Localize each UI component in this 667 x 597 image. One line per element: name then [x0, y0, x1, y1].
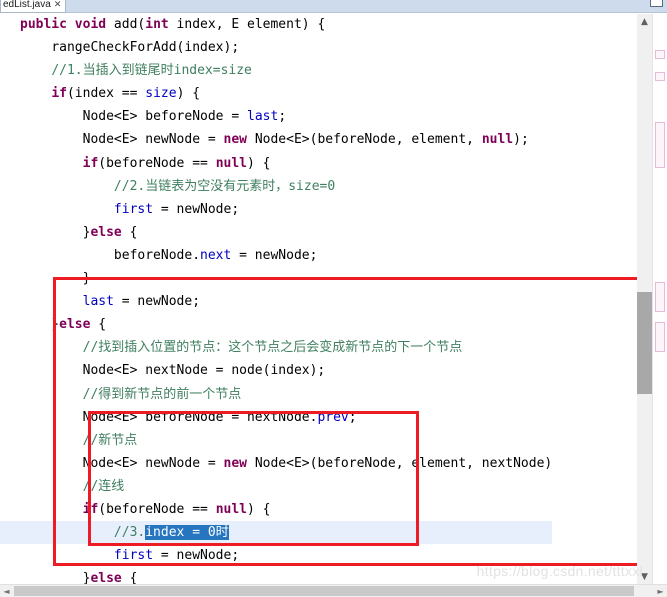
code-line-content: first = newNode; [113, 201, 240, 217]
code-line-content: //连线 [82, 478, 125, 494]
code-line-content: public void add(int index, E element) { [20, 17, 326, 32]
code-line[interactable]: Node<E> newNode = new Node<E>(beforeNode… [0, 452, 553, 475]
editor-tab-edlist-java[interactable]: edList.java ✕ [0, 0, 67, 13]
scroll-left-arrow-icon[interactable]: ◄ [0, 585, 13, 597]
code-line-content: Node<E> newNode = new Node<E>(beforeNode… [82, 455, 553, 471]
overview-ruler-mark[interactable] [655, 50, 665, 59]
code-line-content: first = newNode; [113, 548, 240, 564]
code-line-content: Node<E> newNode = new Node<E>(beforeNode… [82, 132, 529, 148]
code-line[interactable]: if(index == size) { [0, 82, 552, 105]
horizontal-scrollbar[interactable]: ◄ ► [0, 584, 667, 597]
editor-tab-bar: edList.java ✕ [0, 0, 667, 13]
code-line-content: //找到插入位置的节点：这个节点之后会变成新节点的下一个节点 [82, 340, 463, 356]
ide-window: edList.java ✕ public void add(int index,… [0, 0, 667, 597]
code-line[interactable]: Node<E> newNode = new Node<E>(beforeNode… [0, 128, 552, 151]
code-line[interactable]: if(beforeNode == null) { [0, 498, 552, 521]
code-line[interactable]: }else { [0, 567, 552, 584]
code-line[interactable]: if(beforeNode == null) { [0, 152, 552, 175]
code-line-content: Node<E> nextNode = node(index); [82, 363, 326, 379]
overview-ruler-mark[interactable] [655, 122, 665, 168]
code-line-content: }else { [82, 571, 138, 584]
code-line-content: rangeCheckForAdd(index); [51, 40, 240, 56]
vertical-scrollbar[interactable]: ▲ ▼ [637, 14, 652, 584]
overview-ruler-mark[interactable] [655, 72, 665, 81]
code-line[interactable]: Node<E> beforeNode = nextNode.prev; [0, 406, 552, 429]
close-icon[interactable]: ✕ [54, 0, 62, 9]
maximize-icon[interactable] [650, 0, 663, 7]
code-line[interactable]: rangeCheckForAdd(index); [0, 36, 552, 59]
code-line-content: Node<E> beforeNode = nextNode.prev; [82, 409, 357, 425]
code-editor[interactable]: public void add(int index, E element) { … [0, 13, 637, 584]
vertical-scrollbar-thumb[interactable] [637, 292, 652, 394]
code-line-content: }else { [82, 224, 138, 240]
code-line[interactable]: //1.当插入到链尾时index=size [0, 59, 552, 82]
code-line[interactable]: Node<E> nextNode = node(index); [0, 359, 552, 382]
code-line-content: //新节点 [82, 432, 138, 448]
overview-ruler[interactable] [652, 14, 667, 584]
code-line[interactable]: public void add(int index, E element) { [0, 13, 552, 36]
code-line-content: if(beforeNode == null) { [82, 155, 271, 171]
code-line-content: if(index == size) { [51, 86, 201, 102]
code-line-content: beforeNode.next = newNode; [113, 247, 318, 263]
code-line-content: //2.当链表为空没有元素时，size=0 [113, 178, 336, 194]
code-line[interactable]: //新节点 [0, 429, 552, 452]
code-line[interactable]: //得到新节点的前一个节点 [0, 383, 552, 406]
code-line[interactable]: first = newNode; [0, 544, 552, 567]
scroll-right-arrow-icon[interactable]: ► [654, 585, 667, 597]
code-line-content: last = newNode; [82, 294, 201, 310]
code-line[interactable]: } [0, 267, 552, 290]
code-line[interactable]: //找到插入位置的节点：这个节点之后会变成新节点的下一个节点 [0, 336, 552, 359]
editor-tab-label: edList.java [3, 0, 51, 10]
code-line-content: //1.当插入到链尾时index=size [51, 63, 252, 79]
horizontal-scrollbar-thumb[interactable] [14, 586, 634, 596]
code-line-content: //得到新节点的前一个节点 [82, 386, 242, 402]
code-line-content: } [82, 271, 91, 287]
code-line[interactable]: Node<E> beforeNode = last; [0, 105, 552, 128]
code-line[interactable]: first = newNode; [0, 198, 552, 221]
code-line[interactable]: //连线 [0, 475, 552, 498]
code-text[interactable]: public void add(int index, E element) { … [0, 13, 553, 584]
overview-ruler-mark[interactable] [655, 322, 665, 352]
overview-ruler-mark[interactable] [655, 282, 665, 312]
code-line[interactable]: beforeNode.next = newNode; [0, 244, 552, 267]
code-line[interactable]: //3.index = 0时 [0, 521, 553, 545]
scroll-up-arrow-icon[interactable]: ▲ [637, 14, 652, 29]
scroll-down-arrow-icon[interactable]: ▼ [637, 569, 652, 584]
code-line-content: //3.index = 0时 [113, 525, 229, 541]
code-line-content: Node<E> beforeNode = last; [82, 109, 287, 125]
code-line[interactable]: last = newNode; [0, 290, 552, 313]
code-line-content: if(beforeNode == null) { [82, 501, 271, 517]
code-line[interactable]: }else { [0, 221, 552, 244]
code-line[interactable]: }else { [0, 313, 552, 336]
code-line-content: }else { [51, 317, 107, 333]
code-line[interactable]: //2.当链表为空没有元素时，size=0 [0, 175, 552, 198]
